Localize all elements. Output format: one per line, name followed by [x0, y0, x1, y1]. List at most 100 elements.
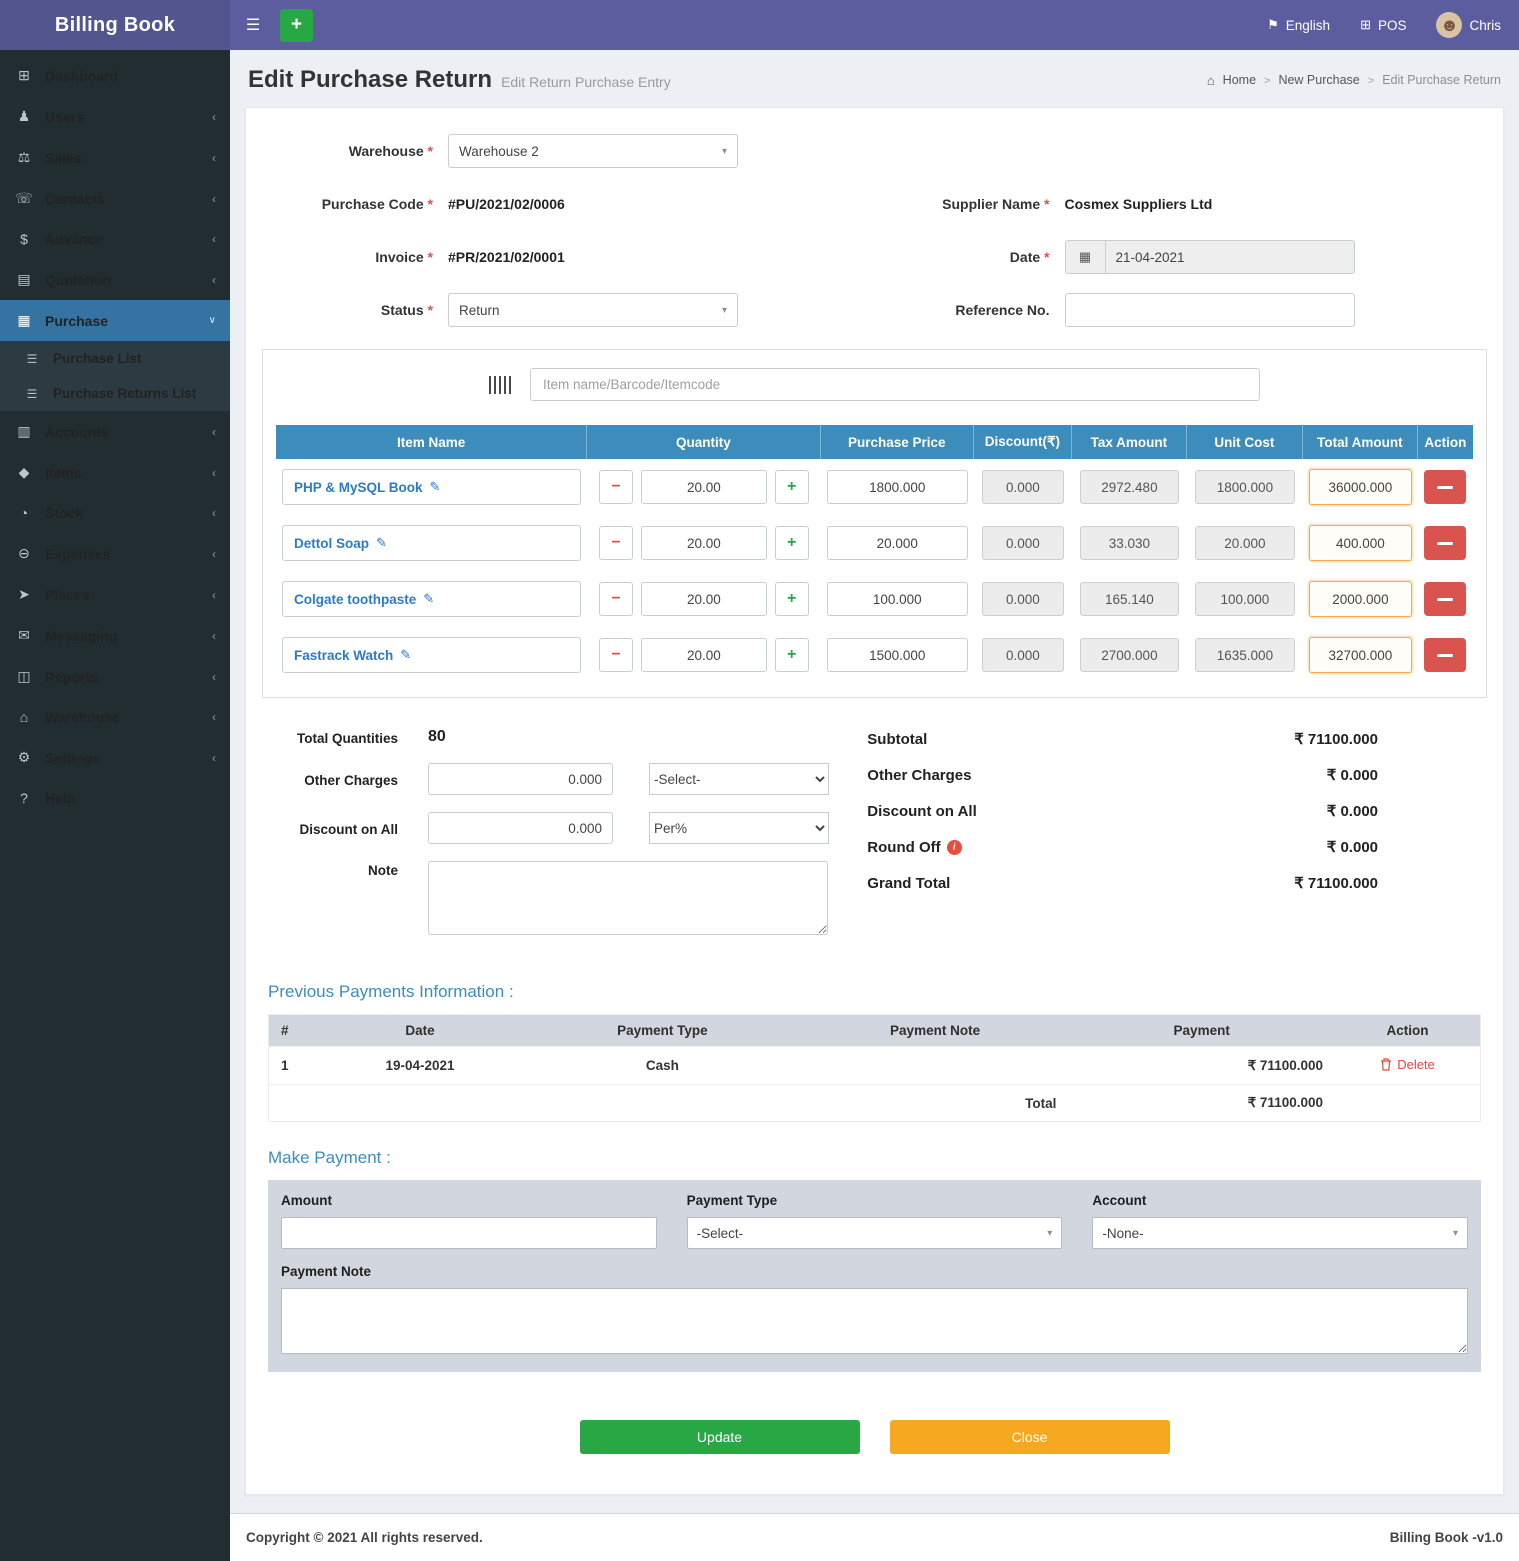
payment-amount: ₹ 71100.000 [1068, 1047, 1335, 1085]
payment-type-select[interactable]: -Select- ▾ [687, 1217, 1063, 1249]
sidebar-item-purchase[interactable]: ▦ Purchase ∨ [0, 300, 230, 341]
status-select[interactable]: Return ▾ [448, 293, 738, 327]
edit-purchase-return-card: Warehouse Warehouse 2 ▾ Purchase Code #P… [245, 107, 1504, 1495]
sidebar-item-warehouse[interactable]: ⌂ Warehouse ‹ [0, 697, 230, 737]
item-name-link[interactable]: Fastrack Watch [294, 648, 393, 663]
item-name-link[interactable]: Dettol Soap [294, 536, 369, 551]
accounts-icon: ▥ [14, 423, 34, 440]
payment-date: 19-04-2021 [317, 1047, 523, 1085]
app-logo[interactable]: Billing Book [0, 0, 230, 50]
qty-increase-button[interactable]: + [775, 470, 809, 504]
sidebar-item-users[interactable]: ♟ Users ‹ [0, 96, 230, 137]
pos-button[interactable]: ⊞ POS [1360, 17, 1406, 33]
sidebar-item-expenses[interactable]: ⊖ Expenses ‹ [0, 533, 230, 574]
total-amount-input[interactable] [1309, 525, 1412, 561]
purchase-price-input[interactable] [827, 638, 968, 672]
item-search-input[interactable] [530, 368, 1260, 401]
qty-decrease-button[interactable]: − [599, 638, 633, 672]
sidebar-item-sales[interactable]: ⚖ Sales ‹ [0, 137, 230, 178]
payment-row: 1 19-04-2021 Cash ₹ 71100.000 Delete [269, 1047, 1481, 1085]
chevron-down-icon: ▾ [722, 146, 727, 157]
sidebar-item-stock[interactable]: ◔ Stock ‹ [0, 493, 230, 533]
qty-decrease-button[interactable]: − [599, 582, 633, 616]
user-menu[interactable]: ☻ Chris [1436, 12, 1501, 38]
payment-note [802, 1047, 1069, 1085]
note-textarea[interactable] [428, 861, 828, 935]
account-select[interactable]: -None- ▾ [1092, 1217, 1468, 1249]
tax-amount-value: 2700.000 [1080, 638, 1179, 672]
dashboard-icon: ⊞ [14, 67, 34, 84]
remove-item-button[interactable] [1424, 582, 1466, 616]
quick-add-button[interactable]: + [280, 9, 313, 42]
qty-input[interactable] [641, 470, 766, 504]
sidebar-item-messaging[interactable]: ✉ Messaging ‹ [0, 615, 230, 656]
username-label: Chris [1469, 18, 1501, 33]
sidebar-item-contacts[interactable]: ☏ Contacts ‹ [0, 178, 230, 219]
remove-item-button[interactable] [1424, 470, 1466, 504]
sidebar-item-help[interactable]: ? Help [0, 778, 230, 818]
remove-item-button[interactable] [1424, 638, 1466, 672]
total-amount-input[interactable] [1309, 469, 1412, 505]
remove-item-button[interactable] [1424, 526, 1466, 560]
other-charges-input[interactable] [428, 763, 613, 795]
discount-type-select[interactable]: Per% [649, 812, 829, 844]
item-name-link[interactable]: Colgate toothpaste [294, 592, 416, 607]
subtotal-value: ₹ 71100.000 [1203, 730, 1378, 748]
purchase-price-input[interactable] [827, 470, 968, 504]
reference-no-input[interactable] [1065, 293, 1355, 327]
close-button[interactable]: Close [890, 1420, 1170, 1454]
qty-input[interactable] [641, 582, 766, 616]
delete-payment-button[interactable]: Delete [1380, 1057, 1435, 1072]
qty-input[interactable] [641, 638, 766, 672]
summary-panel: Subtotal ₹ 71100.000 Other Charges ₹ 0.0… [867, 728, 1483, 952]
purchase-price-input[interactable] [827, 582, 968, 616]
qty-increase-button[interactable]: + [775, 638, 809, 672]
payment-note-textarea[interactable] [281, 1288, 1468, 1354]
payments-total-row: Total ₹ 71100.000 [269, 1085, 1481, 1122]
edit-icon[interactable]: ✎ [423, 591, 434, 607]
sidebar-item-accounts[interactable]: ▥ Accounts ‹ [0, 411, 230, 452]
other-charges-type-select[interactable]: -Select- [649, 763, 829, 795]
breadcrumb-new-purchase[interactable]: New Purchase [1278, 73, 1359, 87]
chevron-left-icon: ‹ [212, 232, 216, 246]
warehouse-select[interactable]: Warehouse 2 ▾ [448, 134, 738, 168]
qty-decrease-button[interactable]: − [599, 526, 633, 560]
reports-icon: ◫ [14, 668, 34, 685]
qty-increase-button[interactable]: + [775, 526, 809, 560]
sidebar-item-quotation[interactable]: ▤ Quotation ‹ [0, 259, 230, 300]
amount-label: Amount [281, 1193, 657, 1208]
language-menu[interactable]: ⚑ English [1267, 17, 1330, 33]
sidebar-item-advance[interactable]: $ Advance ‹ [0, 219, 230, 259]
chevron-left-icon: ‹ [212, 466, 216, 480]
purchase-price-input[interactable] [827, 526, 968, 560]
edit-icon[interactable]: ✎ [376, 535, 387, 551]
sidebar-item-purchase-list[interactable]: ☰ Purchase List [0, 341, 230, 376]
amount-input[interactable] [281, 1217, 657, 1249]
sidebar-item-settings[interactable]: ⚙ Settings ‹ [0, 737, 230, 778]
qty-increase-button[interactable]: + [775, 582, 809, 616]
sidebar-item-dashboard[interactable]: ⊞ Dashboard [0, 55, 230, 96]
item-name-link[interactable]: PHP & MySQL Book [294, 480, 423, 495]
sidebar-item-reports[interactable]: ◫ Reports ‹ [0, 656, 230, 697]
total-amount-input[interactable] [1309, 637, 1412, 673]
minus-icon [1437, 654, 1453, 657]
sidebar-item-places[interactable]: ➤ Places ‹ [0, 574, 230, 615]
sidebar: ⊞ Dashboard ♟ Users ‹ ⚖ Sales ‹ ☏ Contac… [0, 50, 230, 1561]
qty-decrease-button[interactable]: − [599, 470, 633, 504]
edit-icon[interactable]: ✎ [430, 479, 441, 495]
date-input[interactable] [1105, 240, 1355, 274]
account-label: Account [1092, 1193, 1468, 1208]
col-tax-amount: Tax Amount [1072, 425, 1187, 459]
sidebar-item-items[interactable]: ◆ Items ‹ [0, 452, 230, 493]
info-icon[interactable] [947, 840, 962, 855]
total-amount-input[interactable] [1309, 581, 1412, 617]
sidebar-toggle-icon[interactable]: ☰ [232, 0, 274, 50]
minus-icon [1437, 486, 1453, 489]
update-button[interactable]: Update [580, 1420, 860, 1454]
qty-input[interactable] [641, 526, 766, 560]
sidebar-item-purchase-returns-list[interactable]: ☰ Purchase Returns List [0, 376, 230, 411]
edit-icon[interactable]: ✎ [400, 647, 411, 663]
discount-on-all-input[interactable] [428, 812, 613, 844]
breadcrumb-home[interactable]: Home [1223, 73, 1256, 87]
quotation-icon: ▤ [14, 271, 34, 288]
